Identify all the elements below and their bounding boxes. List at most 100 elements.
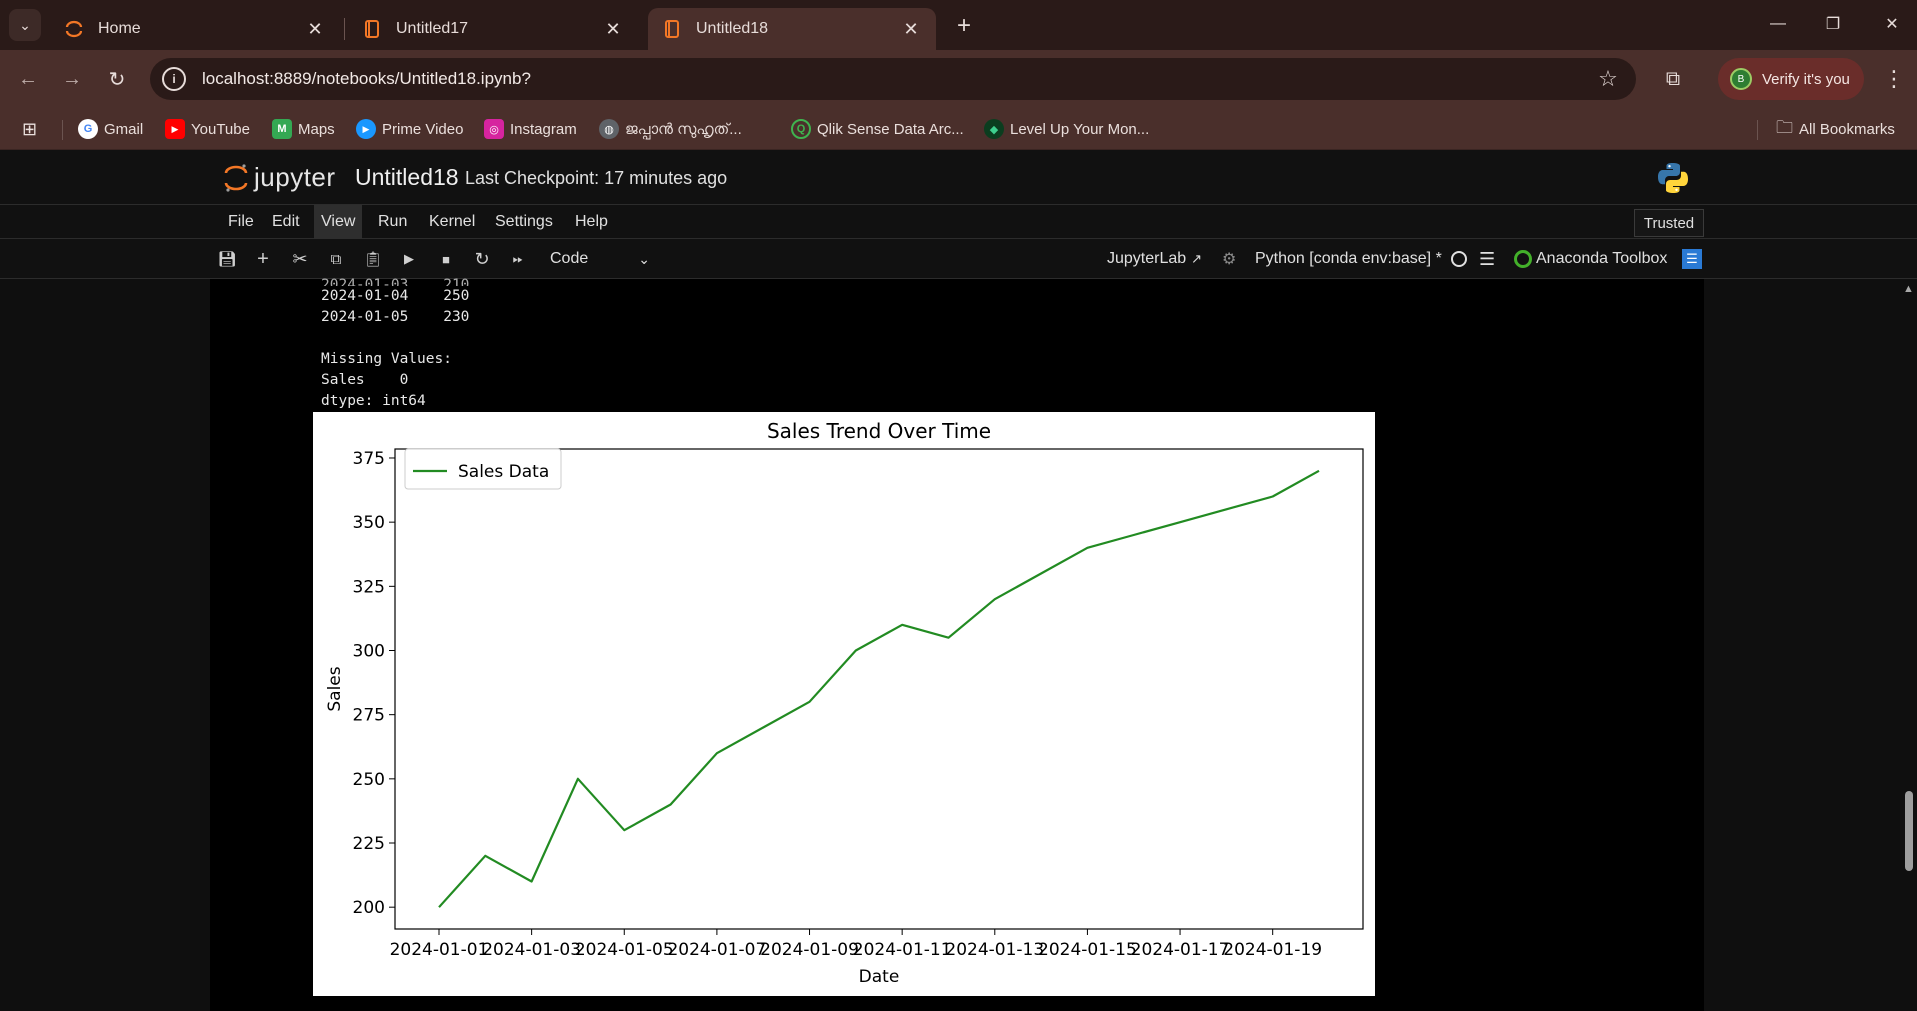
- y-axis-label: Sales: [325, 666, 345, 711]
- toolbox-settings-button[interactable]: ☰: [1682, 239, 1702, 279]
- reload-icon: ↻: [108, 68, 126, 91]
- trusted-indicator[interactable]: Trusted: [1634, 209, 1704, 237]
- menu-run[interactable]: Run: [371, 205, 414, 239]
- bug-icon: ⚙: [1222, 251, 1237, 268]
- close-icon[interactable]: ✕: [602, 18, 624, 40]
- y-tick-label: 325: [353, 577, 385, 597]
- site-info-icon[interactable]: i: [162, 67, 186, 91]
- page-scrollbar[interactable]: ▲: [1900, 279, 1917, 1011]
- menu-view[interactable]: View: [314, 205, 363, 239]
- x-tick-label: 2024-01-19: [1223, 940, 1322, 960]
- last-checkpoint: Last Checkpoint: 17 minutes ago: [465, 168, 728, 188]
- close-icon[interactable]: ✕: [900, 18, 922, 40]
- menu-help[interactable]: Help: [568, 205, 615, 239]
- google-icon: G: [78, 119, 98, 139]
- bookmark-maps[interactable]: M Maps: [272, 108, 335, 150]
- x-tick-label: 2024-01-01: [390, 940, 489, 960]
- tab-title: Untitled18: [696, 20, 769, 37]
- tab-untitled18[interactable]: Untitled18 ✕: [648, 8, 936, 50]
- close-icon[interactable]: ✕: [304, 18, 326, 40]
- reload-button[interactable]: ↻: [101, 63, 133, 95]
- notebook-favicon-icon: [662, 19, 682, 39]
- back-button[interactable]: ←: [12, 63, 44, 95]
- paste-button[interactable]: 📋︎: [361, 247, 385, 271]
- bookmarks-bar: ⊞ G Gmail ▶ YouTube M Maps ▶ Prime Video…: [0, 108, 1917, 150]
- bookmark-youtube[interactable]: ▶ YouTube: [165, 108, 250, 150]
- bookmark-level-up[interactable]: ◆ Level Up Your Mon...: [984, 108, 1149, 150]
- y-tick-label: 300: [353, 641, 385, 661]
- cut-button[interactable]: ✂: [288, 247, 312, 271]
- browser-menu-button[interactable]: ⋮: [1878, 63, 1910, 95]
- profile-button[interactable]: B Verify it's you: [1718, 58, 1864, 100]
- profile-label: Verify it's you: [1762, 70, 1850, 88]
- tab-search-button[interactable]: ⌄: [9, 9, 41, 41]
- restart-button[interactable]: ↻: [470, 247, 494, 271]
- property-inspector-button[interactable]: ☰: [1479, 239, 1495, 279]
- kernel-name[interactable]: Python [conda env:base] *: [1255, 239, 1442, 279]
- notebook-name[interactable]: Untitled18: [355, 164, 459, 191]
- anaconda-ring-icon: [1514, 250, 1532, 268]
- x-tick-label: 2024-01-11: [853, 940, 952, 960]
- menu-edit[interactable]: Edit: [265, 205, 307, 239]
- extensions-button[interactable]: ⧉: [1657, 63, 1689, 95]
- series-line-sales-data: [438, 469, 1320, 908]
- notebook-favicon-icon: [362, 19, 382, 39]
- bookmark-label: Gmail: [104, 120, 144, 138]
- copy-icon: ⧉: [330, 250, 342, 268]
- plus-icon: +: [956, 12, 971, 39]
- apps-grid-icon: ⊞: [22, 118, 38, 139]
- chart-title: Sales Trend Over Time: [767, 419, 991, 443]
- scroll-up-arrow-icon[interactable]: ▲: [1903, 283, 1914, 295]
- qlik-icon: Q: [791, 119, 811, 139]
- sliders-icon: ☰: [1682, 249, 1702, 269]
- output-line: Sales 0: [321, 372, 409, 388]
- bookmark-divider: [62, 120, 63, 140]
- restart-run-all-button[interactable]: ⏩︎: [506, 247, 530, 271]
- y-tick-label: 225: [353, 834, 385, 854]
- menu-kernel[interactable]: Kernel: [422, 205, 482, 239]
- bookmark-instagram[interactable]: ◎ Instagram: [484, 108, 577, 150]
- insert-cell-button[interactable]: +: [251, 247, 275, 271]
- interrupt-button[interactable]: ■: [434, 247, 458, 271]
- new-tab-button[interactable]: +: [950, 12, 978, 40]
- bookmark-star-icon[interactable]: ☆: [1592, 66, 1624, 92]
- youtube-icon: ▶: [165, 119, 185, 139]
- output-line: 2024-01-04 250: [321, 288, 470, 304]
- copy-button[interactable]: ⧉: [324, 247, 348, 271]
- y-tick-label: 200: [353, 898, 385, 918]
- bookmark-prime-video[interactable]: ▶ Prime Video: [356, 108, 463, 150]
- chart-output: Sales Trend Over Time 200 225 250 275 300 325…: [313, 412, 1375, 996]
- x-tick-label: 2024-01-13: [945, 940, 1044, 960]
- save-icon: 💾︎: [217, 251, 237, 268]
- restore-button[interactable]: ❐: [1813, 8, 1853, 40]
- plus-icon: +: [257, 247, 269, 270]
- cell-type-select[interactable]: Code ⌄: [544, 246, 656, 272]
- address-bar[interactable]: i localhost:8889/notebooks/Untitled18.ip…: [150, 58, 1636, 100]
- jupyterlab-link[interactable]: JupyterLab ↗: [1107, 239, 1202, 279]
- forward-button[interactable]: →: [56, 63, 88, 95]
- close-icon: ✕: [1885, 16, 1899, 33]
- tab-home[interactable]: Home ✕: [50, 8, 340, 50]
- debugger-button[interactable]: ⚙: [1222, 239, 1236, 279]
- tab-untitled17[interactable]: Untitled17 ✕: [348, 8, 638, 50]
- bookmark-qlik[interactable]: Q Qlik Sense Data Arc...: [791, 108, 964, 150]
- save-button[interactable]: 💾︎: [215, 247, 239, 271]
- apps-button[interactable]: ⊞: [22, 108, 37, 150]
- x-tick-label: 2024-01-07: [667, 940, 766, 960]
- url-text[interactable]: localhost:8889/notebooks/Untitled18.ipyn…: [202, 69, 1592, 89]
- close-window-button[interactable]: ✕: [1872, 8, 1912, 40]
- menu-settings[interactable]: Settings: [488, 205, 560, 239]
- tab-title: Untitled17: [396, 20, 469, 37]
- x-tick-label: 2024-01-03: [482, 940, 581, 960]
- run-button[interactable]: ▶: [397, 247, 421, 271]
- scroll-thumb[interactable]: [1905, 791, 1913, 871]
- menu-file[interactable]: File: [221, 205, 261, 239]
- all-bookmarks-button[interactable]: 🗀 All Bookmarks: [1776, 108, 1895, 150]
- jupyter-logo[interactable]: jupyter: [224, 162, 336, 193]
- minimize-button[interactable]: —: [1758, 8, 1798, 40]
- y-tick-label: 250: [353, 770, 385, 790]
- y-tick-label: 375: [353, 449, 385, 469]
- anaconda-toolbox-button[interactable]: Anaconda Toolbox: [1514, 239, 1667, 279]
- bookmark-japan-friend[interactable]: ◍ ജപ്പാൻ സുഹൃത്...: [599, 108, 742, 150]
- bookmark-gmail[interactable]: G Gmail: [78, 108, 143, 150]
